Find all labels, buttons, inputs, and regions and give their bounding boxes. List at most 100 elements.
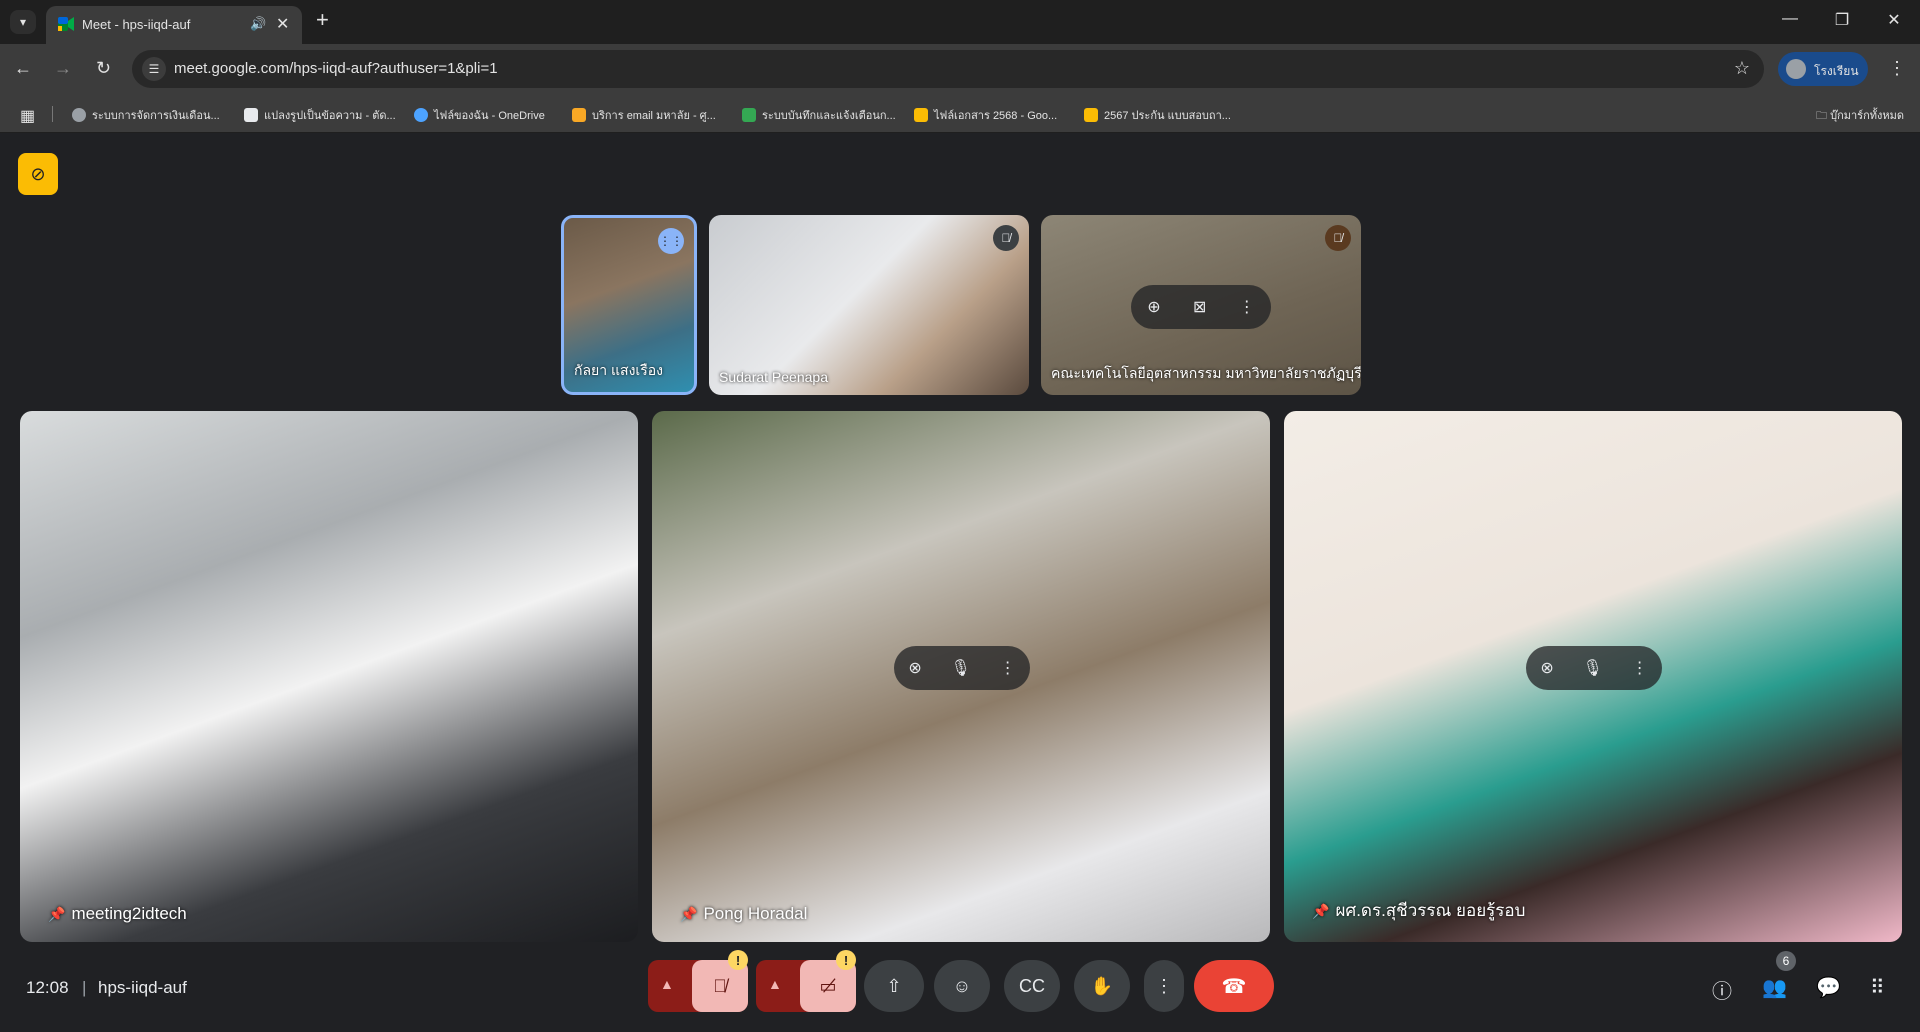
present-screen-button[interactable]: ⇧ [864,960,924,1012]
chevron-up-icon[interactable]: ▲ [768,976,782,992]
tab-title: Meet - hps-iiqd-auf [82,17,191,32]
email-icon [572,108,586,122]
chat-icon[interactable]: 💬 [1816,975,1841,1000]
hand-icon: ✋ [1090,975,1114,996]
bookmark-item[interactable]: 2567 ประกัน แบบสอบถา... [1084,106,1231,124]
meeting-code: hps-iiqd-auf [98,978,187,997]
more-options-button[interactable]: ⋮ [1144,960,1184,1012]
participant-tile-small[interactable]: 🎙̸ ⊕ ⊠ ⋮ คณะเทคโนโลยีอุตสาหกรรม มหาวิทยา… [1041,215,1361,395]
participant-name: Sudarat Peenapa [719,369,828,385]
mic-icon[interactable]: 🎙 [951,658,971,678]
document-icon [244,108,258,122]
avatar [1786,59,1806,79]
url-text[interactable]: meet.google.com/hps-iiqd-auf?authuser=1&… [174,60,498,77]
drive-icon [914,108,928,122]
mic-icon[interactable]: 🎙 [1583,658,1603,678]
more-options-icon[interactable]: ⋮ [1000,658,1016,678]
participant-label: 📌 meeting2idtech [48,904,187,923]
mic-off-icon: 🎙̸ [1325,225,1351,251]
captions-icon: CC [1019,975,1045,996]
mic-off-icon: 🎙̸ [993,225,1019,251]
reload-icon[interactable]: ↻ [96,58,111,79]
add-frame-icon[interactable]: ⊕ [1147,297,1160,317]
all-bookmarks[interactable]: 🗀 บุ๊กมาร์กทั้งหมด [1816,106,1904,126]
mic-off-icon: 🎙̸ [713,975,727,996]
bookmark-item[interactable]: แปลงรูปเป็นข้อความ - ตัด... [244,106,396,124]
bookmarks-bar: ▦ ระบบการจัดการเงินเดือน... แปลงรูปเป็นข… [0,96,1920,133]
pin-icon[interactable]: 📌 [48,906,65,922]
unpin-icon[interactable]: ⊗ [1540,658,1553,678]
apps-grid-icon[interactable]: ▦ [20,106,35,126]
reactions-button[interactable]: ☺ [934,960,990,1012]
new-tab-button[interactable]: + [316,7,329,33]
profile-name: โรงเรียน [1814,64,1859,78]
meet-icon [58,17,74,31]
chevron-up-icon[interactable]: ▲ [660,976,674,992]
sheets-icon [742,108,756,122]
participant-name: คณะเทคโนโลยีอุตสาหกรรม มหาวิทยาลัยราชภัฏ… [1051,365,1361,381]
bookmark-item[interactable]: ไฟล์เอกสาร 2568 - Goo... [914,106,1057,124]
profile-button[interactable]: โรงเรียน [1778,52,1868,86]
back-icon[interactable]: ← [14,58,32,79]
participant-tile-small[interactable]: ⋮⋮ กัลยา แสงเรือง [561,215,697,395]
globe-icon [72,108,86,122]
minimize-icon[interactable]: — [1770,10,1810,28]
captions-button[interactable]: CC [1004,960,1060,1012]
participant-name: กัลยา แสงเรือง [574,362,663,378]
mic-control-group: ▲ 🎙̸ ! [648,950,748,1012]
leave-call-button[interactable]: ☎ [1194,960,1274,1012]
warning-icon: ! [836,950,856,970]
participant-tile-large[interactable]: 📌 meeting2idtech [20,411,638,942]
tile-hover-controls: ⊕ ⊠ ⋮ [1131,285,1271,329]
browser-menu-icon[interactable]: ⋮ [1888,58,1906,79]
folder-icon: 🗀 [1816,110,1831,122]
participant-label: 📌 ผศ.ดร.สุชีวรรณ ยอยรู้รอบ [1312,901,1526,920]
site-info-icon[interactable]: ☰ [142,57,166,81]
more-options-icon[interactable]: ⋮ [1632,658,1648,678]
participant-tile-small[interactable]: 🎙̸ Sudarat Peenapa [709,215,1029,395]
audio-playing-icon[interactable]: 🔊 [250,16,266,32]
warning-icon: ! [728,950,748,970]
camera-off-icon: ▭̸ [819,975,837,996]
activities-icon[interactable]: ⠿ [1870,975,1885,1000]
camera-control-group: ▲ ▭̸ ! [756,950,856,1012]
close-window-icon[interactable]: ✕ [1874,10,1914,30]
tile-hover-controls: ⊗ 🎙 ⋮ [1526,646,1662,690]
participant-tile-large[interactable]: ⊗ 🎙 ⋮ 📌 ผศ.ดร.สุชีวรรณ ยอยรู้รอบ [1284,411,1902,942]
tab-search-button[interactable]: ▾ [10,10,36,34]
bookmark-star-icon[interactable]: ☆ [1734,58,1750,79]
bookmark-item[interactable]: ไฟล์ของฉัน - OneDrive [414,106,545,124]
emoji-icon: ☺ [952,975,972,996]
address-bar[interactable]: ☰ meet.google.com/hps-iiqd-auf?authuser=… [132,50,1764,88]
participant-tile-large[interactable]: ⊗ 🎙 ⋮ 📌 Pong Horadal [652,411,1270,942]
tab-meet[interactable]: Meet - hps-iiqd-auf 🔊 ✕ [46,6,302,44]
participant-label: 📌 Pong Horadal [680,904,808,923]
meeting-clock: 12:08 [26,978,69,997]
bookmark-separator [52,106,53,122]
bookmark-item[interactable]: ระบบบันทึกและแจ้งเตือนก... [742,106,896,124]
more-options-icon[interactable]: ⋮ [1239,297,1255,317]
camera-off-icon[interactable]: ⊘ [18,153,58,195]
bookmark-item[interactable]: บริการ email มหาลัย - ศู... [572,106,716,124]
meeting-info-icon[interactable]: ⓘ [1712,975,1732,1004]
onedrive-icon [414,108,428,122]
browser-toolbar: ← → ↻ ☰ meet.google.com/hps-iiqd-auf?aut… [0,44,1920,96]
more-vert-icon: ⋮ [1155,975,1173,996]
drive-icon [1084,108,1098,122]
pin-icon[interactable]: 📌 [680,906,697,922]
raise-hand-button[interactable]: ✋ [1074,960,1130,1012]
hang-up-icon: ☎ [1221,975,1247,998]
speaking-indicator-icon: ⋮⋮ [658,228,684,254]
participant-count-badge: 6 [1776,951,1796,971]
restore-icon[interactable]: ❐ [1822,10,1862,30]
pin-icon[interactable]: 📌 [1312,903,1329,919]
close-tab-icon[interactable]: ✕ [276,14,289,34]
unpin-icon[interactable]: ⊗ [908,658,921,678]
divider: | [82,978,87,997]
present-icon: ⇧ [886,975,902,996]
forward-icon[interactable]: → [54,58,72,79]
tab-strip: ▾ Meet - hps-iiqd-auf 🔊 ✕ + — ❐ ✕ [0,0,1920,44]
people-icon[interactable]: 👥 [1762,975,1787,1000]
unpin-icon[interactable]: ⊠ [1193,297,1206,317]
bookmark-item[interactable]: ระบบการจัดการเงินเดือน... [72,106,220,124]
